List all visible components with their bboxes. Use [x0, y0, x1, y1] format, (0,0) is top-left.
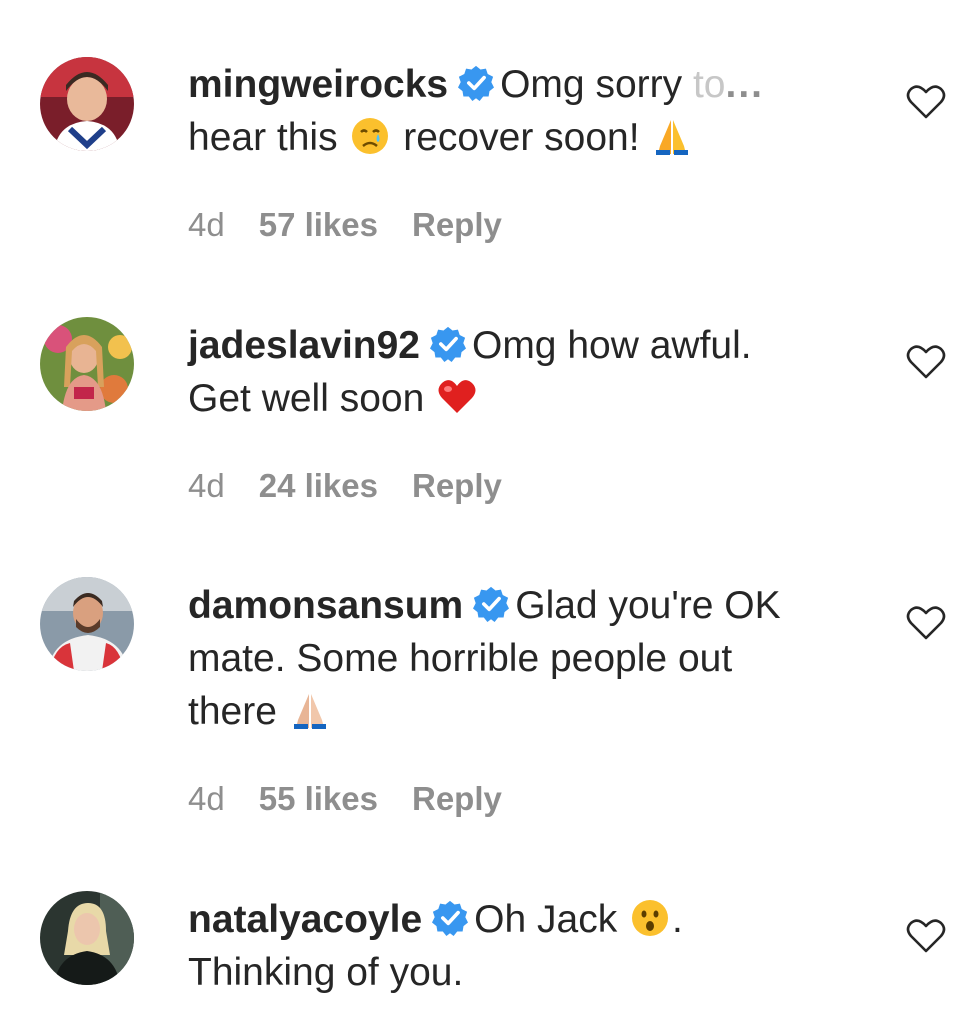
- likes-count[interactable]: 55 likes: [259, 780, 378, 817]
- username[interactable]: jadeslavin92: [188, 324, 420, 367]
- verified-badge-icon: [432, 900, 469, 936]
- comment-text: recover soon!: [392, 116, 651, 159]
- comment-body: mingweirocks Omg sorry to... hear this re…: [188, 58, 838, 164]
- heart-outline-icon[interactable]: [906, 605, 946, 641]
- comment-text: Get well soon: [188, 377, 436, 420]
- likes-count[interactable]: 57 likes: [259, 206, 378, 243]
- timestamp[interactable]: 4d: [188, 780, 225, 817]
- red-heart-icon: [438, 380, 476, 413]
- comment-body: damonsansum Glad you're OK mate. Some hor…: [188, 579, 838, 738]
- comment-text: Thinking of you.: [188, 951, 464, 994]
- comment-text: Omg sorry: [500, 63, 693, 106]
- comment-body: natalyacoyle Oh Jack . Thinking of you.: [188, 893, 838, 999]
- timestamp[interactable]: 4d: [188, 206, 225, 243]
- heart-outline-icon[interactable]: [906, 344, 946, 380]
- comment-meta: 4d 24 likes Reply: [188, 467, 536, 505]
- heart-outline-icon[interactable]: [906, 84, 946, 120]
- folded-hands-icon: [656, 120, 689, 155]
- reply-button[interactable]: Reply: [412, 780, 502, 817]
- username[interactable]: natalyacoyle: [188, 898, 422, 941]
- verified-badge-icon: [458, 65, 495, 101]
- reply-button[interactable]: Reply: [412, 467, 502, 504]
- avatar[interactable]: [40, 577, 134, 671]
- comment-meta: 4d 55 likes Reply: [188, 780, 536, 818]
- verified-badge-icon: [429, 326, 466, 362]
- reply-button[interactable]: Reply: [412, 206, 502, 243]
- timestamp[interactable]: 4d: [188, 467, 225, 504]
- likes-count[interactable]: 24 likes: [259, 467, 378, 504]
- comment-text: Glad you're OK: [515, 584, 781, 627]
- crying-face-icon: [352, 118, 389, 154]
- comment-text: mate. Some horrible people out: [188, 637, 733, 680]
- more-button[interactable]: ...: [725, 63, 764, 106]
- comment-text: there: [188, 690, 288, 733]
- avatar[interactable]: [40, 57, 134, 151]
- folded-hands-light-icon: [293, 694, 326, 729]
- username[interactable]: mingweirocks: [188, 63, 448, 106]
- comment-text: .: [672, 898, 683, 941]
- comment-text: hear this: [188, 116, 349, 159]
- surprised-face-icon: [632, 900, 669, 936]
- comment-text-faded: to: [692, 63, 726, 106]
- avatar[interactable]: [40, 891, 134, 985]
- avatar[interactable]: [40, 317, 134, 411]
- comment-meta: 4d 57 likes Reply: [188, 206, 536, 244]
- username[interactable]: damonsansum: [188, 584, 463, 627]
- verified-badge-icon: [473, 586, 510, 622]
- comment-text: Omg how awful.: [471, 324, 752, 367]
- heart-outline-icon[interactable]: [906, 918, 946, 954]
- comment-body: jadeslavin92 Omg how awful. Get well soon: [188, 319, 838, 425]
- comment-text: Oh Jack: [474, 898, 629, 941]
